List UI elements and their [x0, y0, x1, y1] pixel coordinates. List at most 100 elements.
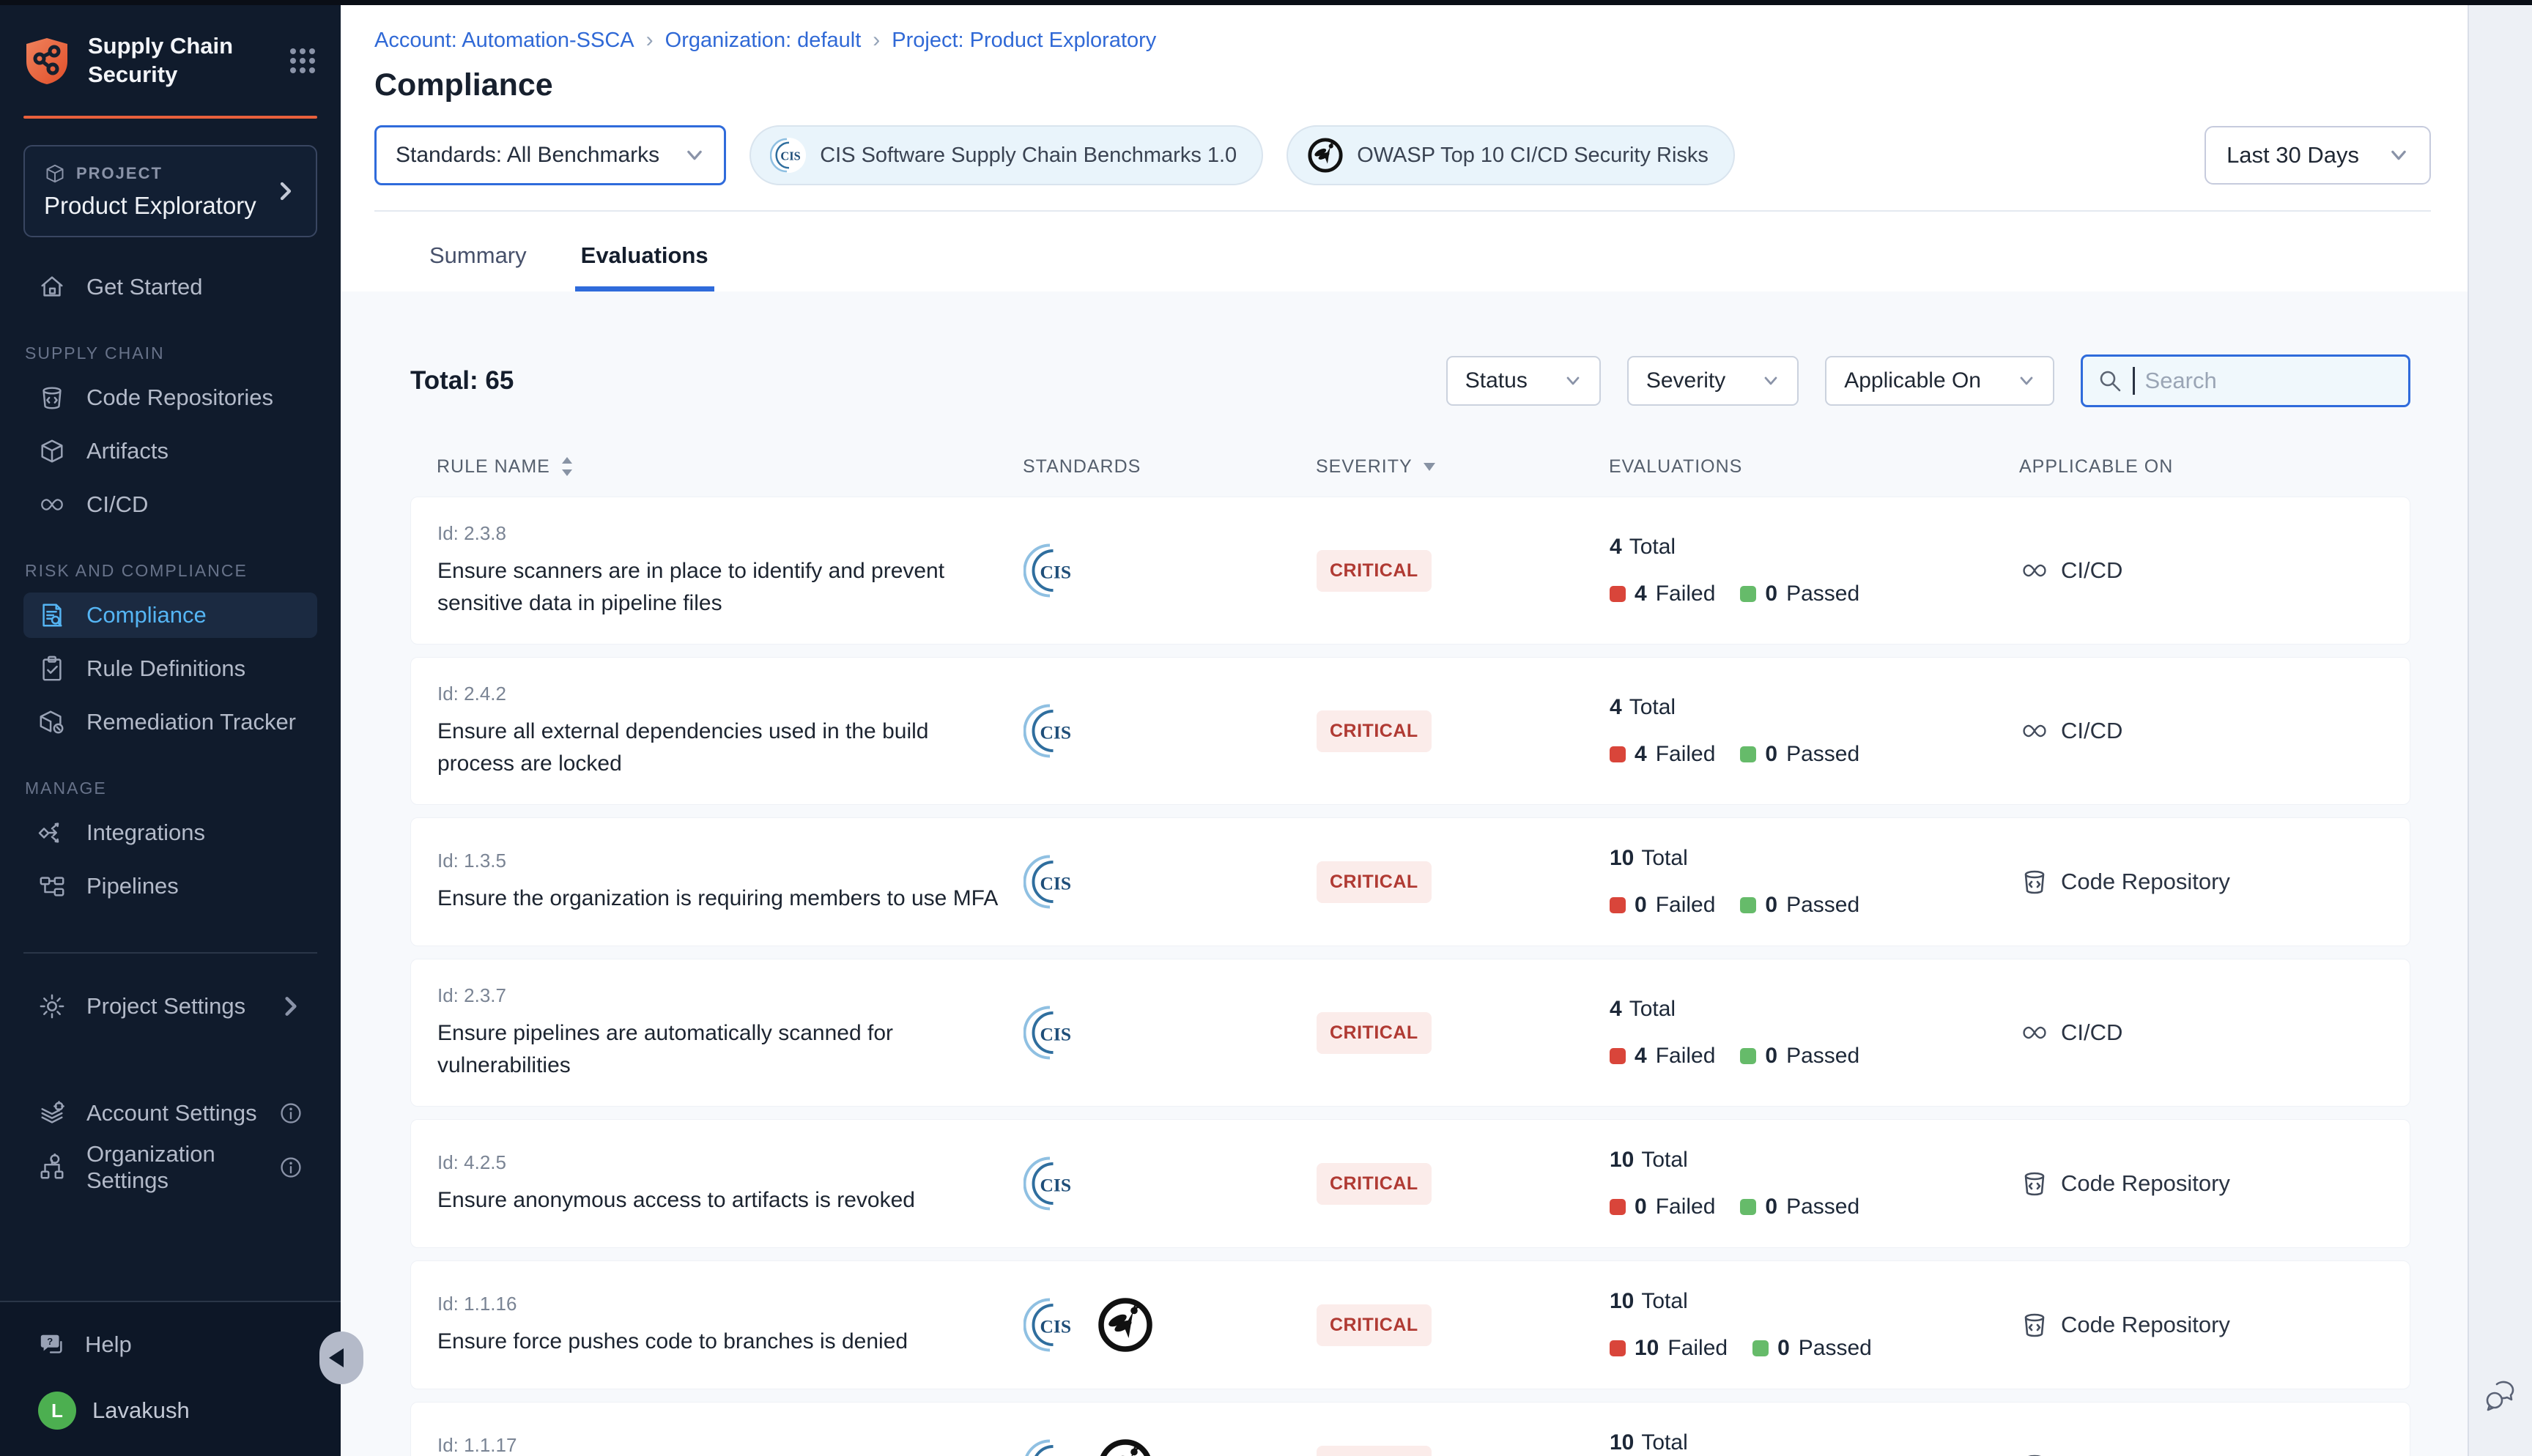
- cell-standards: CIS: [1023, 1438, 1317, 1456]
- search-box[interactable]: [2081, 354, 2410, 407]
- filter-select-severity[interactable]: Severity: [1627, 356, 1799, 406]
- project-label: PROJECT: [76, 164, 163, 183]
- applicable-on-label: CI/CD: [2061, 1019, 2122, 1046]
- gear-icon: [38, 992, 66, 1020]
- project-selector[interactable]: PROJECT Product Exploratory: [23, 145, 317, 237]
- cell-severity: CRITICAL: [1317, 1304, 1610, 1346]
- filter-select-status[interactable]: Status: [1446, 356, 1601, 406]
- cell-rule-name: Id: 1.3.5 Ensure the organization is req…: [437, 850, 1023, 915]
- info-icon[interactable]: [279, 1156, 303, 1179]
- chip-owasp-top10[interactable]: OWASP Top 10 CI/CD Security Risks: [1287, 125, 1735, 185]
- sidebar-item-label: Code Repositories: [86, 385, 273, 411]
- share-icon: [38, 819, 66, 847]
- sidebar-item-label: Pipelines: [86, 873, 179, 899]
- repo-icon: [2020, 867, 2049, 896]
- cis-logo-icon: CIS: [1023, 1155, 1081, 1212]
- home-icon: [38, 273, 66, 301]
- sidebar-item-rule-definitions[interactable]: Rule Definitions: [23, 646, 317, 691]
- cell-rule-name: Id: 2.3.7 Ensure pipelines are automatic…: [437, 984, 1023, 1081]
- sidebar-item-artifacts[interactable]: Artifacts: [23, 428, 317, 474]
- table-row[interactable]: Id: 2.3.8 Ensure scanners are in place t…: [410, 497, 2410, 645]
- cell-severity: CRITICAL: [1317, 1163, 1610, 1205]
- sort-desc-icon[interactable]: [1421, 461, 1437, 472]
- passed-indicator: [1740, 897, 1756, 913]
- column-label: EVALUATIONS: [1609, 456, 1742, 478]
- filter-select-label: Applicable On: [1844, 368, 1981, 393]
- cis-logo-icon: CIS: [1023, 702, 1081, 759]
- infinity-icon: [2020, 1018, 2049, 1047]
- page-title: Compliance: [374, 67, 2431, 103]
- sidebar-item-project-settings[interactable]: Project Settings: [23, 983, 317, 1030]
- svg-text:CIS: CIS: [1040, 873, 1072, 894]
- tab-summary[interactable]: Summary: [423, 234, 533, 291]
- column-severity: SEVERITY: [1316, 456, 1609, 478]
- support-chat-icon[interactable]: [2479, 1374, 2522, 1416]
- chevron-right-icon: [275, 180, 297, 202]
- breadcrumb-project-link[interactable]: Project: Product Exploratory: [892, 29, 1156, 53]
- table-row[interactable]: Id: 1.1.17 Ensure branch deletions are d…: [410, 1402, 2410, 1456]
- user-menu[interactable]: L Lavakush: [23, 1387, 317, 1434]
- sidebar-item-pipelines[interactable]: Pipelines: [23, 863, 317, 909]
- table-row[interactable]: Id: 1.1.16 Ensure force pushes code to b…: [410, 1260, 2410, 1389]
- failed-indicator: [1610, 1199, 1626, 1215]
- sidebar-item-code-repositories[interactable]: Code Repositories: [23, 375, 317, 420]
- chip-label: CIS Software Supply Chain Benchmarks 1.0: [820, 144, 1237, 168]
- table-row[interactable]: Id: 2.4.2 Ensure all external dependenci…: [410, 657, 2410, 805]
- repo-icon: [2020, 1452, 2049, 1456]
- passed-indicator: [1740, 746, 1756, 762]
- cell-evaluations: 10 Total 10 Failed 0 Passed: [1610, 1289, 2020, 1361]
- cell-rule-name: Id: 2.4.2 Ensure all external dependenci…: [437, 683, 1023, 779]
- sidebar-item-account-settings[interactable]: Account Settings: [23, 1090, 317, 1137]
- app-switcher-grid-icon[interactable]: [288, 46, 317, 75]
- sidebar-section-label: SUPPLY CHAIN: [25, 343, 317, 363]
- rule-id: Id: 1.3.5: [437, 850, 1023, 872]
- failed-indicator: [1610, 746, 1626, 762]
- date-range-select[interactable]: Last 30 Days: [2205, 126, 2431, 185]
- project-name: Product Exploratory: [44, 192, 275, 220]
- tab-evaluations[interactable]: Evaluations: [575, 234, 714, 291]
- table-row[interactable]: Id: 4.2.5 Ensure anonymous access to art…: [410, 1119, 2410, 1248]
- failed-indicator: [1610, 1340, 1626, 1356]
- help-button[interactable]: ? Help: [23, 1323, 317, 1367]
- search-icon: [2098, 368, 2122, 393]
- filter-select-applicable-on[interactable]: Applicable On: [1825, 356, 2054, 406]
- tabs: Summary Evaluations: [341, 212, 2468, 291]
- sidebar-item-compliance[interactable]: Compliance: [23, 593, 317, 638]
- help-chat-icon: ?: [38, 1331, 66, 1359]
- sort-icon[interactable]: [559, 456, 575, 478]
- cell-rule-name: Id: 1.1.16 Ensure force pushes code to b…: [437, 1293, 1023, 1358]
- sidebar-item-organization-settings[interactable]: Organization Settings: [23, 1144, 317, 1191]
- sidebar-item-get-started[interactable]: Get Started: [23, 264, 317, 310]
- sidebar-item-ci-cd[interactable]: CI/CD: [23, 482, 317, 527]
- cis-logo-icon: CIS: [1023, 1004, 1081, 1061]
- search-input[interactable]: [2145, 368, 2394, 394]
- standards-select[interactable]: Standards: All Benchmarks: [374, 125, 726, 185]
- chip-cis-benchmark[interactable]: CIS CIS Software Supply Chain Benchmarks…: [749, 125, 1263, 185]
- breadcrumb-account-link[interactable]: Account: Automation-SSCA: [374, 29, 634, 53]
- cell-severity: CRITICAL: [1317, 1012, 1610, 1054]
- table-row[interactable]: Id: 2.3.7 Ensure pipelines are automatic…: [410, 959, 2410, 1107]
- breadcrumb-organization-link[interactable]: Organization: default: [665, 29, 862, 53]
- applicable-on-label: Code Repository: [2061, 869, 2230, 895]
- table-row[interactable]: Id: 1.3.5 Ensure the organization is req…: [410, 817, 2410, 946]
- sidebar-item-label: Rule Definitions: [86, 655, 245, 682]
- sidebar-item-integrations[interactable]: Integrations: [23, 810, 317, 855]
- chevron-down-icon: [2388, 145, 2409, 166]
- rule-id: Id: 1.1.17: [437, 1434, 1023, 1456]
- passed-indicator: [1740, 1199, 1756, 1215]
- chevron-down-icon: [2018, 372, 2035, 390]
- cell-evaluations: 10 Total 0 Failed 0 Passed: [1610, 1148, 2020, 1219]
- rule-title: Ensure force pushes code to branches is …: [437, 1326, 1009, 1358]
- info-icon[interactable]: [279, 1102, 303, 1125]
- sidebar-item-remediation-tracker[interactable]: Remediation Tracker: [23, 699, 317, 745]
- filter-controls: Status Severity Applicable On: [1446, 354, 2410, 407]
- applicable-on-label: Code Repository: [2061, 1312, 2230, 1338]
- sidebar-collapse-handle[interactable]: [319, 1331, 363, 1384]
- rules-table: Id: 2.3.8 Ensure scanners are in place t…: [410, 497, 2410, 1456]
- sidebar-bottom: ? Help L Lavakush: [0, 1301, 341, 1456]
- cell-applicable-on: Code Repository: [2020, 1310, 2410, 1340]
- cell-severity: CRITICAL: [1317, 710, 1610, 752]
- chevron-down-icon: [1762, 372, 1780, 390]
- owasp-logo-icon: [1097, 1296, 1154, 1353]
- failed-indicator: [1610, 897, 1626, 913]
